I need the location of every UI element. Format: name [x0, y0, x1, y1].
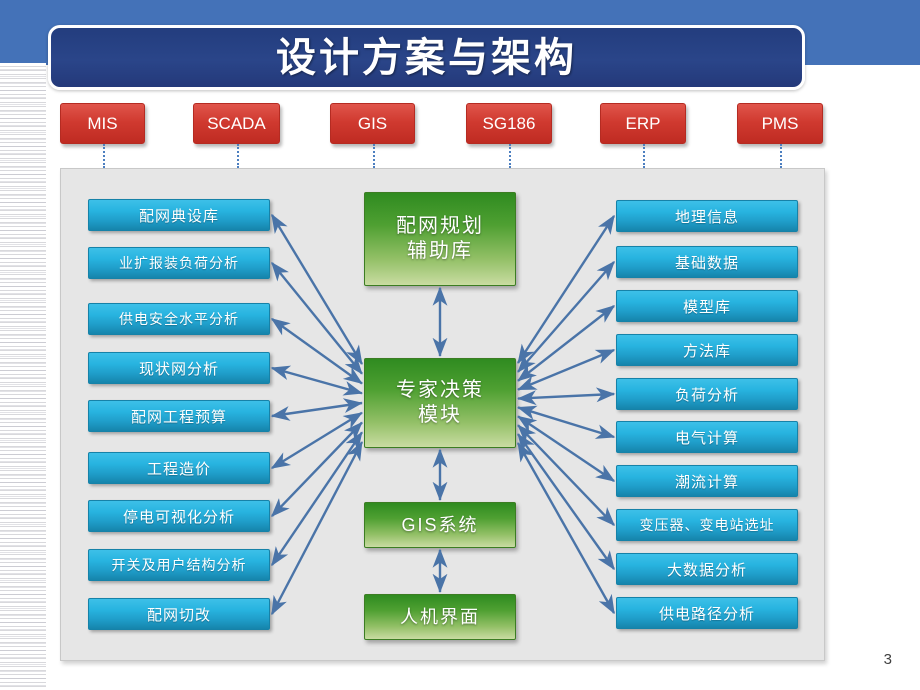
- module-box[interactable]: 供电路径分析: [616, 597, 798, 629]
- source-system-box[interactable]: SCADA: [193, 103, 280, 144]
- module-label: 地理信息: [675, 206, 739, 227]
- module-label: 配网典设库: [139, 205, 219, 226]
- module-label: 模型库: [683, 296, 731, 317]
- core-module-label: 配网规划 辅助库: [396, 214, 484, 264]
- source-system-label: SCADA: [207, 114, 266, 134]
- module-label: 大数据分析: [667, 559, 747, 580]
- core-module-label: 人机界面: [400, 606, 480, 629]
- core-module-box[interactable]: 配网规划 辅助库: [364, 192, 516, 286]
- core-module-label: 专家决策 模块: [396, 378, 484, 428]
- module-box[interactable]: 电气计算: [616, 421, 798, 453]
- source-connector-line: [237, 144, 239, 168]
- source-system-label: GIS: [358, 114, 387, 134]
- module-box[interactable]: 变压器、变电站选址: [616, 509, 798, 541]
- module-box[interactable]: 工程造价: [88, 452, 270, 484]
- source-system-label: PMS: [762, 114, 799, 134]
- module-label: 变压器、变电站选址: [640, 515, 775, 535]
- module-label: 现状网分析: [139, 358, 219, 379]
- module-box[interactable]: 地理信息: [616, 200, 798, 232]
- source-connector-line: [373, 144, 375, 168]
- module-box[interactable]: 现状网分析: [88, 352, 270, 384]
- source-system-box[interactable]: ERP: [600, 103, 686, 144]
- page-number: 3: [884, 651, 892, 668]
- module-label: 配网工程预算: [131, 406, 227, 427]
- module-box[interactable]: 停电可视化分析: [88, 500, 270, 532]
- module-label: 停电可视化分析: [123, 506, 235, 527]
- module-label: 负荷分析: [675, 384, 739, 405]
- module-box[interactable]: 供电安全水平分析: [88, 303, 270, 335]
- source-connector-line: [509, 144, 511, 168]
- source-system-box[interactable]: MIS: [60, 103, 145, 144]
- module-label: 潮流计算: [675, 471, 739, 492]
- source-system-label: SG186: [483, 114, 536, 134]
- module-box[interactable]: 业扩报装负荷分析: [88, 247, 270, 279]
- module-label: 基础数据: [675, 252, 739, 273]
- core-module-box[interactable]: GIS系统: [364, 502, 516, 548]
- module-box[interactable]: 模型库: [616, 290, 798, 322]
- module-box[interactable]: 配网典设库: [88, 199, 270, 231]
- source-system-label: ERP: [626, 114, 661, 134]
- module-label: 方法库: [683, 340, 731, 361]
- module-box[interactable]: 配网切改: [88, 598, 270, 630]
- source-system-box[interactable]: PMS: [737, 103, 823, 144]
- core-module-label: GIS系统: [401, 514, 478, 537]
- source-system-label: MIS: [87, 114, 117, 134]
- module-box[interactable]: 配网工程预算: [88, 400, 270, 432]
- source-connector-line: [643, 144, 645, 168]
- core-module-box[interactable]: 专家决策 模块: [364, 358, 516, 448]
- left-stripe-decoration-overlay: [0, 63, 46, 690]
- source-connector-line: [780, 144, 782, 168]
- module-box[interactable]: 大数据分析: [616, 553, 798, 585]
- source-connector-line: [103, 144, 105, 168]
- slide-canvas: 设计方案与架构 MIS SCADA GIS SG186 ERP PMS 配网典设库业扩报装…: [0, 0, 920, 690]
- module-label: 配网切改: [147, 604, 211, 625]
- module-box[interactable]: 方法库: [616, 334, 798, 366]
- module-box[interactable]: 开关及用户结构分析: [88, 549, 270, 581]
- slide-title-box: 设计方案与架构: [48, 25, 805, 90]
- module-label: 供电路径分析: [659, 603, 755, 624]
- module-box[interactable]: 负荷分析: [616, 378, 798, 410]
- module-label: 供电安全水平分析: [119, 309, 239, 329]
- core-module-box[interactable]: 人机界面: [364, 594, 516, 640]
- module-label: 开关及用户结构分析: [112, 555, 247, 575]
- module-label: 业扩报装负荷分析: [119, 253, 239, 273]
- source-system-box[interactable]: GIS: [330, 103, 415, 144]
- module-box[interactable]: 基础数据: [616, 246, 798, 278]
- module-label: 电气计算: [675, 427, 739, 448]
- source-system-box[interactable]: SG186: [466, 103, 552, 144]
- module-box[interactable]: 潮流计算: [616, 465, 798, 497]
- module-label: 工程造价: [147, 458, 211, 479]
- page-title: 设计方案与架构: [276, 38, 577, 78]
